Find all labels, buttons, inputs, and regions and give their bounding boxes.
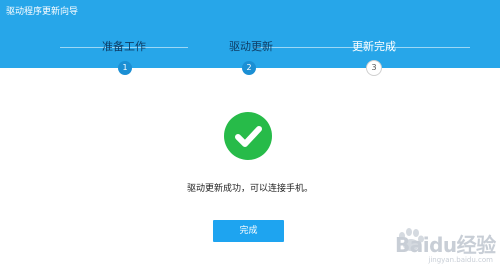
check-circle-icon bbox=[224, 112, 272, 160]
watermark-text: Baidu经验 bbox=[395, 233, 496, 257]
step-2-label: 驱动更新 bbox=[229, 40, 273, 53]
progress-stepper: 准备工作 1 驱动更新 2 更新完成 3 bbox=[0, 0, 500, 80]
step-1-number: 1 bbox=[118, 61, 132, 75]
success-message: 驱动更新成功，可以连接手机。 bbox=[186, 184, 313, 194]
step-3-label: 更新完成 bbox=[352, 40, 396, 53]
step-3-number: 3 bbox=[367, 61, 381, 75]
step-1-label: 准备工作 bbox=[102, 40, 146, 53]
step-2-number: 2 bbox=[242, 61, 256, 75]
checkmark-icon bbox=[235, 126, 262, 147]
watermark-url: jingyan.baidu.com bbox=[428, 256, 493, 264]
baidu-jingyan-watermark: Baidu经验 jingyan.baidu.com bbox=[393, 225, 497, 270]
finish-button[interactable]: 完成 bbox=[213, 220, 284, 242]
